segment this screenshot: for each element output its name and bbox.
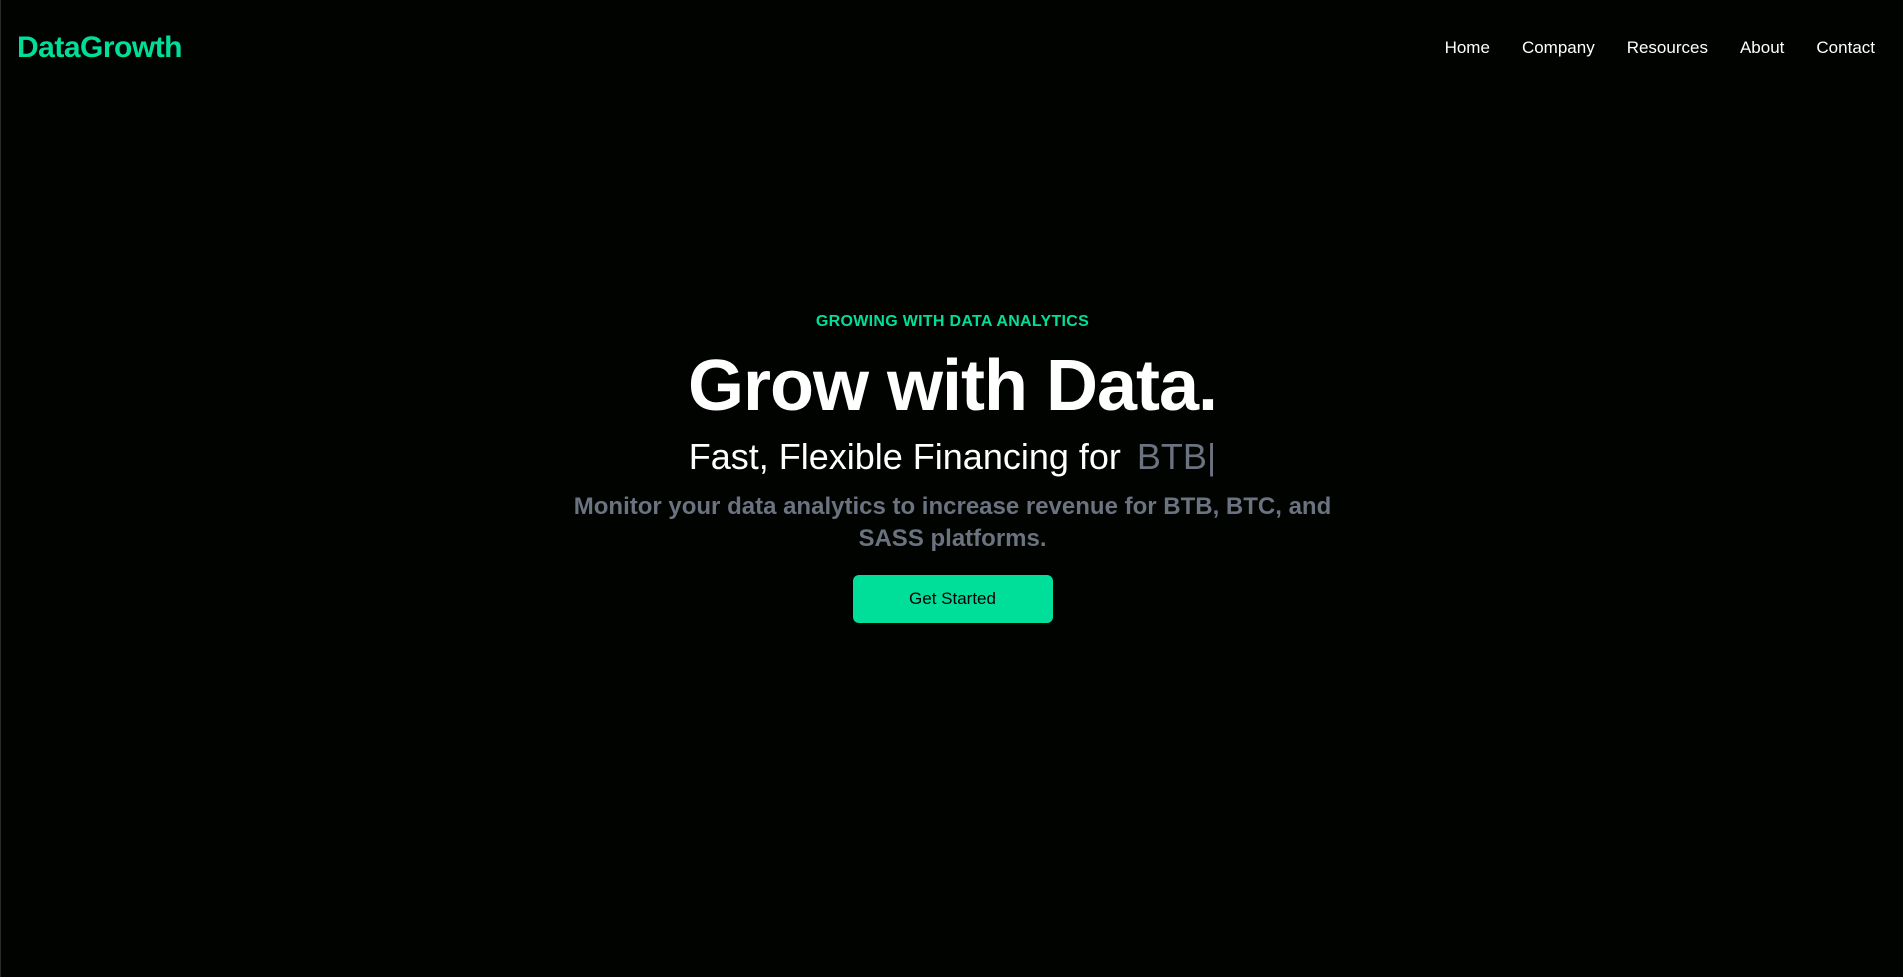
hero-subtext: Monitor your data analytics to increase …: [573, 493, 1332, 552]
hero-eyebrow: GROWING WITH DATA ANALYTICS: [815, 313, 1090, 330]
rotating-word: BTB: [1136, 436, 1207, 477]
tagline-text: Fast, Flexible Financing for: [688, 436, 1121, 477]
tagline-rotating-word: BTB|: [1137, 433, 1216, 481]
hero-section: GROWING WITH DATA ANALYTICS Grow with Da…: [1, 0, 1903, 977]
hero-tagline: Fast, Flexible Financing for BTB|: [689, 433, 1217, 481]
get-started-button[interactable]: Get Started: [852, 575, 1053, 623]
page: DataGrowth Home Company Resources About …: [0, 0, 1903, 977]
typing-cursor: |: [1206, 436, 1217, 477]
hero-headline: Grow with Data.: [687, 346, 1218, 426]
